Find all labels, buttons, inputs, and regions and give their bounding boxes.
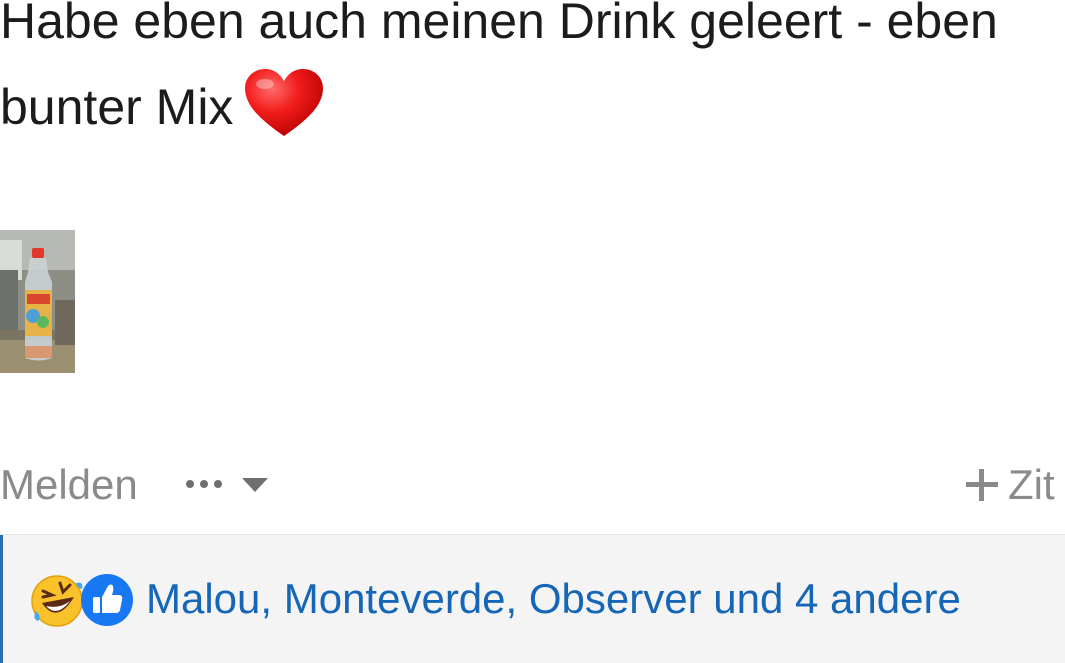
post-text-line-2: bunter Mix	[0, 64, 1065, 150]
rolling-laughing-icon	[30, 573, 86, 634]
thumbs-up-icon	[80, 573, 134, 632]
report-link[interactable]: Melden	[0, 461, 138, 509]
forum-post: Habe eben auch meinen Drink geleert - eb…	[0, 0, 1065, 663]
more-options-button[interactable]	[186, 469, 268, 499]
reaction-icons[interactable]	[30, 573, 134, 629]
plus-icon	[966, 469, 998, 501]
quote-label: Zit	[1008, 461, 1055, 508]
reaction-users-link[interactable]: Malou, Monteverde, Observer und 4 andere	[146, 575, 961, 623]
post-text-line-1: Habe eben auch meinen Drink geleert - eb…	[0, 0, 998, 49]
quote-button[interactable]: Zit	[966, 461, 1055, 509]
post-text-line-2-text: bunter Mix	[0, 79, 234, 135]
chevron-down-icon	[242, 478, 268, 492]
ellipsis-icon	[186, 480, 222, 488]
post-message: Habe eben auch meinen Drink geleert - eb…	[0, 0, 1065, 150]
reactions-bar: Malou, Monteverde, Observer und 4 andere	[0, 534, 1065, 663]
attachment-thumbnail[interactable]	[0, 230, 75, 373]
post-actions: Melden Zit	[0, 455, 1065, 515]
heart-icon	[243, 68, 325, 138]
